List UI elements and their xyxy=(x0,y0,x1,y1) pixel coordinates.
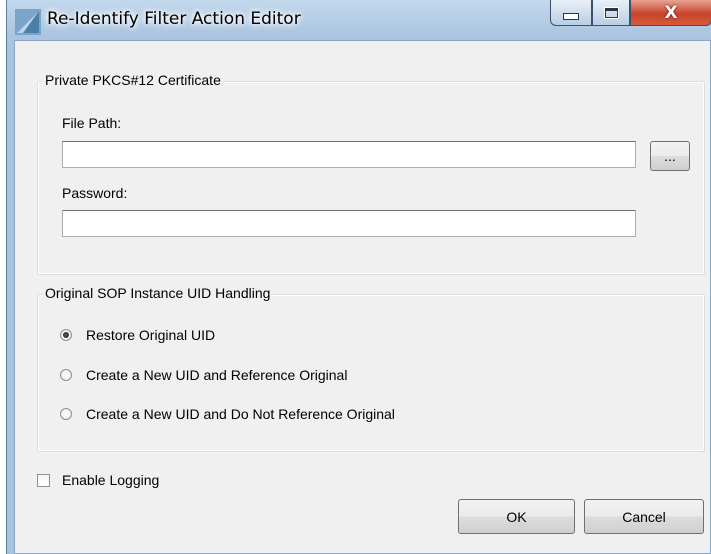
certificate-group-legend: Private PKCS#12 Certificate xyxy=(42,72,224,88)
minimize-button[interactable] xyxy=(550,0,592,26)
radio-restore-original-uid[interactable]: Restore Original UID xyxy=(60,327,215,343)
radio-label: Create a New UID and Do Not Reference Or… xyxy=(86,406,395,422)
browse-button-label: ... xyxy=(664,148,676,164)
window-title: Re-Identify Filter Action Editor xyxy=(47,9,301,29)
cancel-button-label: Cancel xyxy=(622,508,666,525)
ok-button-label: OK xyxy=(506,508,527,525)
password-label: Password: xyxy=(62,185,128,201)
uid-handling-group: Original SOP Instance UID Handling Resto… xyxy=(37,285,705,452)
close-icon: X xyxy=(664,2,678,23)
file-path-label: File Path: xyxy=(62,115,122,131)
certificate-group: Private PKCS#12 Certificate File Path: .… xyxy=(37,72,705,275)
radio-button[interactable] xyxy=(60,369,72,381)
radio-new-uid-no-reference[interactable]: Create a New UID and Do Not Reference Or… xyxy=(60,406,395,422)
dialog-client-area: Private PKCS#12 Certificate File Path: .… xyxy=(14,40,711,554)
browse-button[interactable]: ... xyxy=(650,141,690,171)
password-input[interactable] xyxy=(62,210,636,237)
title-bar[interactable]: Re-Identify Filter Action Editor X xyxy=(7,0,711,40)
maximize-icon xyxy=(603,6,619,19)
radio-label: Restore Original UID xyxy=(86,327,216,343)
radio-button[interactable] xyxy=(60,329,72,341)
enable-logging-checkbox[interactable] xyxy=(37,473,50,487)
file-path-input[interactable] xyxy=(62,141,636,168)
ok-button[interactable]: OK xyxy=(458,499,575,534)
dialog-window: Re-Identify Filter Action Editor X Priva… xyxy=(6,0,711,554)
close-button[interactable]: X xyxy=(630,0,711,26)
enable-logging-checkbox-row[interactable]: Enable Logging xyxy=(37,472,159,488)
cancel-button[interactable]: Cancel xyxy=(584,499,704,534)
radio-label: Create a New UID and Reference Original xyxy=(86,367,348,383)
maximize-button[interactable] xyxy=(592,0,630,26)
radio-new-uid-reference-original[interactable]: Create a New UID and Reference Original xyxy=(60,367,347,383)
app-icon xyxy=(15,9,41,35)
minimize-icon xyxy=(563,13,579,20)
radio-button[interactable] xyxy=(60,408,72,420)
enable-logging-label: Enable Logging xyxy=(62,472,160,488)
uid-handling-group-legend: Original SOP Instance UID Handling xyxy=(42,285,274,301)
